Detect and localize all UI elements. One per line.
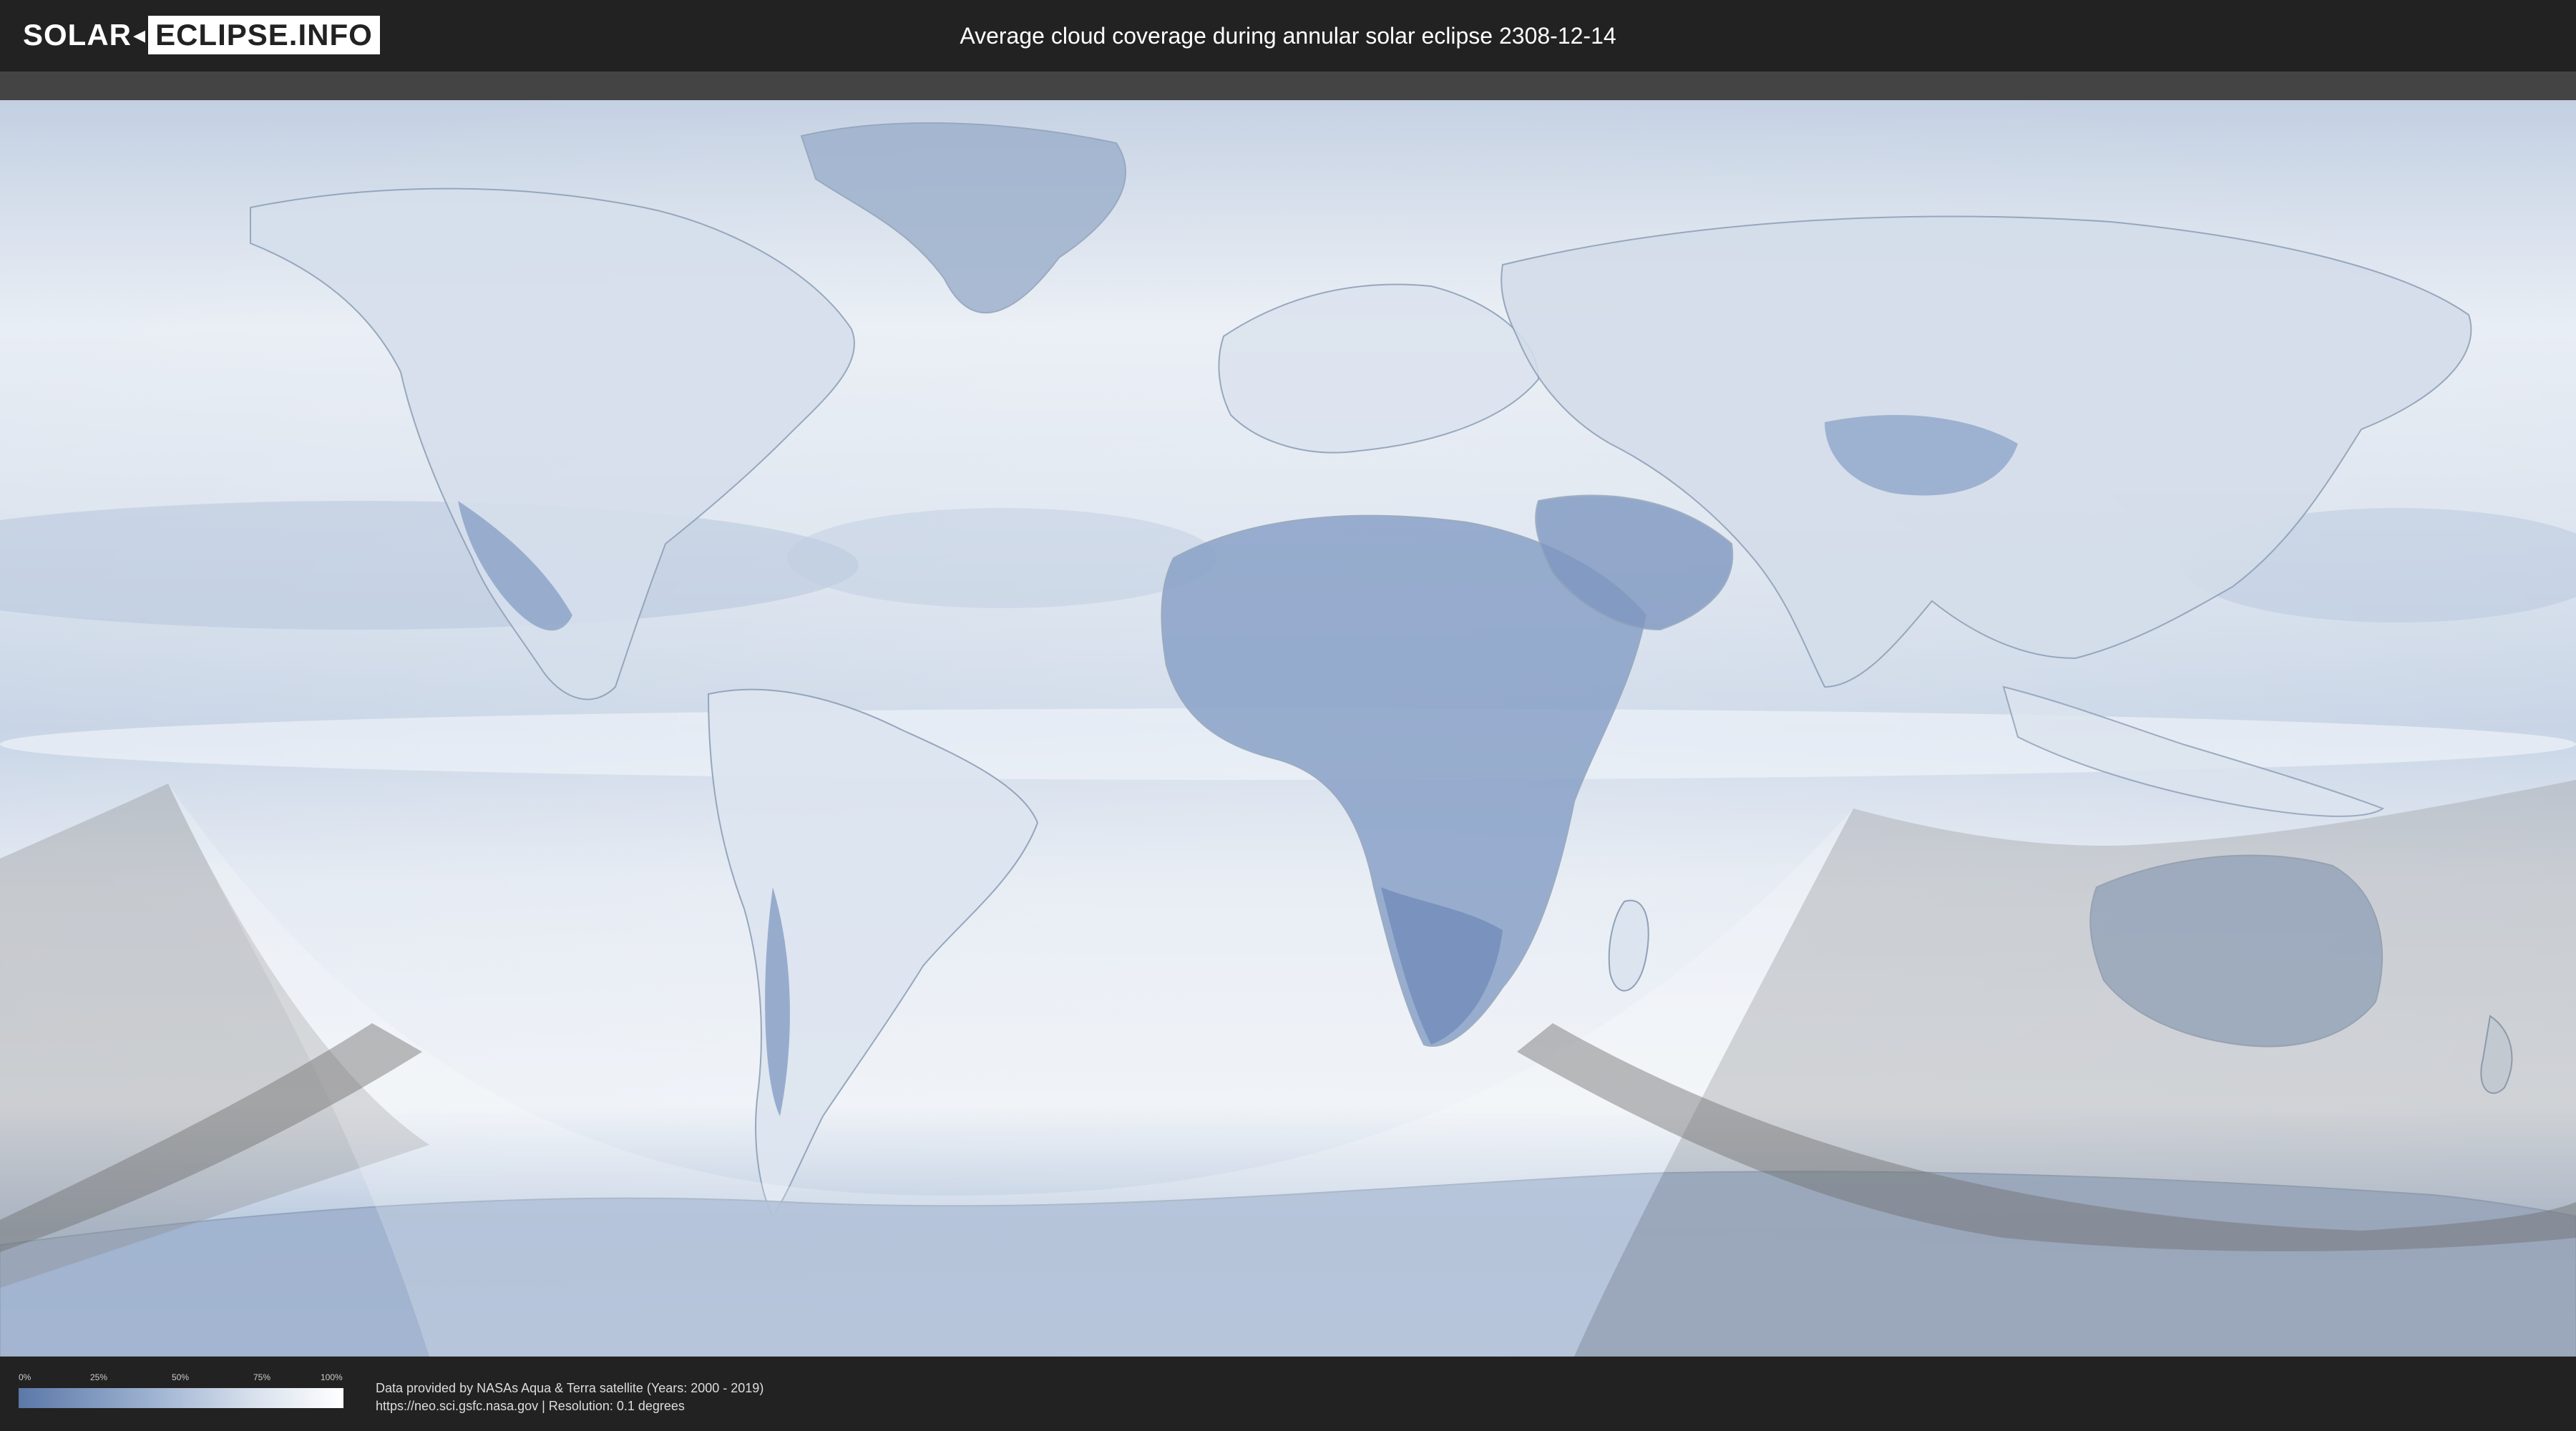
cloud-coverage-legend: 0% 25% 50% 75% 100%	[19, 1372, 343, 1408]
map-top-strip	[0, 72, 2576, 100]
legend-color-bar	[19, 1388, 343, 1408]
header-bar: SOLAR ◂ ECLIPSE.INFO Average cloud cover…	[0, 0, 2576, 72]
legend-tick: 100%	[321, 1372, 343, 1382]
legend-tick: 0%	[19, 1372, 31, 1382]
data-credits: Data provided by NASAs Aqua & Terra sate…	[376, 1379, 763, 1415]
credits-line-1: Data provided by NASAs Aqua & Terra sate…	[376, 1381, 764, 1395]
legend-tick: 75%	[253, 1372, 271, 1382]
legend-ticks: 0% 25% 50% 75% 100%	[19, 1372, 343, 1384]
cloud-band-atlantic	[787, 508, 1216, 608]
footer-bar: 0% 25% 50% 75% 100% Data provided by NAS…	[0, 1357, 2576, 1431]
credits-line-2[interactable]: https://neo.sci.gsfc.nasa.gov | Resoluti…	[376, 1397, 763, 1415]
legend-tick: 50%	[172, 1372, 190, 1382]
cloud-coverage-map	[0, 100, 2576, 1357]
legend-tick: 25%	[90, 1372, 108, 1382]
page-title: Average cloud coverage during annular so…	[960, 23, 1616, 49]
